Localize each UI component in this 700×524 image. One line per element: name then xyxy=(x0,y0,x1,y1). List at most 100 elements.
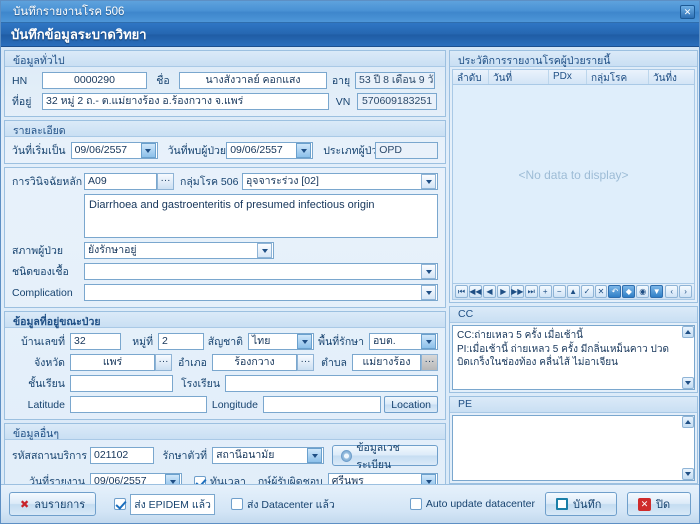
vn-value: 570609183251 xyxy=(357,93,437,110)
specimen-row: ชนิดของเชื้อ xyxy=(12,263,438,280)
delete-record-button[interactable]: ✖ ลบรายการ xyxy=(9,492,97,516)
nav-next-page-button[interactable]: ▶▶ xyxy=(510,285,524,298)
column-header-lag-date[interactable]: วันที่ง xyxy=(649,70,694,84)
province-input[interactable]: แพร่ xyxy=(70,354,155,371)
column-header-date[interactable]: วันที่ xyxy=(489,70,549,84)
column-header-seq[interactable]: ลำดับ xyxy=(453,70,489,84)
calendar-dropdown-icon[interactable] xyxy=(140,143,156,158)
nav-insert-button[interactable]: + xyxy=(538,285,552,298)
district-input[interactable]: ร้องกวาง xyxy=(212,354,297,371)
cc-scroll-up-icon[interactable] xyxy=(682,326,694,338)
nav-prior-button[interactable]: ◀ xyxy=(482,285,496,298)
grid-navigator: ⏮ ◀◀ ◀ ▶ ▶▶ ⏭ + − ▲ ✓ ✕ ↶ ◆ ◉ ▼ ‹ › xyxy=(453,283,694,299)
moo-input[interactable]: 2 xyxy=(158,333,204,350)
diagnosis-group: การวินิจฉัยหลัก A09 ··· กลุ่มโรค 506 อุจ… xyxy=(4,167,446,308)
onset-date-picker[interactable]: 09/06/2557 xyxy=(70,142,158,159)
diagnosis-description[interactable]: Diarrhoea and gastroenteritis of presume… xyxy=(84,194,438,238)
save-button-label: บันทึก xyxy=(573,499,602,511)
specimen-combo[interactable] xyxy=(84,263,438,280)
nav-save-button[interactable]: ◆ xyxy=(622,285,636,298)
chevron-down-icon-treated[interactable] xyxy=(307,448,323,463)
cc-text[interactable]: CC:ถ่ายเหลว 5 ครั้ง เมื่อเช้านี้ PI:เมื่… xyxy=(452,325,695,390)
chevron-down-icon-nationality[interactable] xyxy=(297,334,312,349)
nationality-combo[interactable]: ไทย xyxy=(248,333,314,350)
column-header-disease-group[interactable]: กลุ่มโรค xyxy=(587,70,649,84)
column-header-pdx[interactable]: PDx xyxy=(549,70,587,84)
chevron-down-icon-specimen[interactable] xyxy=(421,264,436,279)
nav-refresh-button[interactable]: ↶ xyxy=(608,285,622,298)
scroll-left-button[interactable]: ‹ xyxy=(665,285,679,298)
details-group: รายละเอียด วันที่เริ่มเป็น 09/06/2557 วั… xyxy=(4,120,446,164)
auto-update-checkbox[interactable]: Auto update datacenter xyxy=(409,498,535,510)
nav-next-button[interactable]: ▶ xyxy=(496,285,510,298)
general-info-body: HN 0000290 ชื่อ นางสังวาลย์ คอกแสง อายุ … xyxy=(5,67,445,116)
latitude-input[interactable] xyxy=(70,396,207,413)
illness-address-header: ข้อมูลที่อยู่ขณะป่วย xyxy=(5,312,445,328)
district-lookup-button[interactable]: ··· xyxy=(297,354,314,371)
save-button[interactable]: บันทึก xyxy=(545,492,617,516)
nav-last-button[interactable]: ⏭ xyxy=(524,285,538,298)
patient-type-label: ประเภทผู้ป่วย xyxy=(323,145,384,157)
checkbox-icon-auto-update[interactable] xyxy=(409,498,422,510)
nav-delete-button[interactable]: − xyxy=(552,285,566,298)
general-info-group: ข้อมูลทั่วไป HN 0000290 ชื่อ นางสังวาลย์… xyxy=(4,50,446,117)
subdistrict-input[interactable]: แม่ยางร้อง xyxy=(352,354,421,371)
scroll-right-button[interactable]: › xyxy=(679,285,693,298)
patient-name-input[interactable]: นางสังวาลย์ คอกแสง xyxy=(179,72,327,89)
nav-prior-page-button[interactable]: ◀◀ xyxy=(468,285,482,298)
pe-scroll-down-icon[interactable] xyxy=(682,468,694,480)
treated-at-label: รักษาตัวที่ xyxy=(162,450,208,462)
grid-body[interactable]: <No data to display> xyxy=(453,85,694,283)
nav-first-button[interactable]: ⏮ xyxy=(455,285,468,298)
epidem-sent-checkbox[interactable]: ส่ง EPIDEM แล้ว xyxy=(114,493,215,515)
facility-code-input[interactable]: 021102 xyxy=(90,447,154,464)
nav-filter-button[interactable]: ▼ xyxy=(650,285,664,298)
complication-combo[interactable] xyxy=(84,284,438,301)
province-row: จังหวัด แพร่ ··· อำเภอ ร้องกวาง ··· ตำบล… xyxy=(12,354,438,371)
checkbox-icon-datacenter[interactable] xyxy=(230,498,243,510)
treated-at-combo[interactable]: สถานีอนามัย xyxy=(212,447,325,464)
subdistrict-lookup-button[interactable]: ··· xyxy=(421,354,438,371)
nav-post-button[interactable]: ✓ xyxy=(580,285,594,298)
nav-cancel-button[interactable]: ✕ xyxy=(594,285,608,298)
nationality-value: ไทย xyxy=(252,335,271,347)
nav-export-button[interactable]: ◉ xyxy=(636,285,650,298)
nav-edit-button[interactable]: ▲ xyxy=(566,285,580,298)
close-button[interactable]: ✕ ปิด xyxy=(627,492,691,516)
chevron-down-icon-area[interactable] xyxy=(421,334,436,349)
calendar-dropdown-icon-2[interactable] xyxy=(296,143,312,158)
treatment-area-combo[interactable]: อบต. xyxy=(369,333,438,350)
chevron-down-icon-status[interactable] xyxy=(257,243,272,258)
medical-registry-button[interactable]: ข้อมูลเวชระเบียน xyxy=(332,442,439,471)
close-icon[interactable]: ✕ xyxy=(680,4,695,19)
details-dates-body: วันที่เริ่มเป็น 09/06/2557 วันที่พบผู้ป่… xyxy=(5,137,445,163)
onset-date-value: 09/06/2557 xyxy=(74,144,128,156)
diagnosis-code-input[interactable]: A09 xyxy=(84,173,157,190)
datacenter-sent-checkbox[interactable]: ส่ง Datacenter แล้ว xyxy=(230,496,335,513)
auto-update-label: Auto update datacenter xyxy=(425,498,535,510)
address-input[interactable]: 32 หมู่ 2 ถ.- ต.แม่ยางร้อง อ.ร้องกวาง จ.… xyxy=(42,93,329,110)
patient-status-combo[interactable]: ยังรักษาอยู่ xyxy=(84,242,274,259)
hn-input[interactable]: 0000290 xyxy=(42,72,147,89)
status-row: สภาพผู้ป่วย ยังรักษาอยู่ xyxy=(12,242,438,259)
diagnosis-lookup-button[interactable]: ··· xyxy=(157,173,174,190)
pe-text[interactable] xyxy=(452,415,695,481)
chevron-down-icon[interactable] xyxy=(421,174,436,189)
school-input[interactable] xyxy=(225,375,438,392)
cc-scroll-down-icon[interactable] xyxy=(682,377,694,389)
disease-group-combo[interactable]: อุจจาระร่วง [02] xyxy=(242,173,438,190)
visit-date-picker[interactable]: 09/06/2557 xyxy=(226,142,314,159)
house-number-input[interactable]: 32 xyxy=(70,333,121,350)
cc-memo-wrap: CC:ถ่ายเหลว 5 ครั้ง เมื่อเช้านี้ PI:เมื่… xyxy=(452,325,695,390)
pe-scroll-up-icon[interactable] xyxy=(682,416,694,428)
patient-status-value: ยังรักษาอยู่ xyxy=(88,244,137,256)
chevron-down-icon-complication[interactable] xyxy=(421,285,436,300)
location-button[interactable]: Location xyxy=(384,396,438,413)
longitude-input[interactable] xyxy=(263,396,382,413)
class-input[interactable] xyxy=(70,375,173,392)
details-header: รายละเอียด xyxy=(5,121,445,137)
checkbox-icon-epidem[interactable] xyxy=(114,498,127,510)
grid-header-row: ลำดับ วันที่ PDx กลุ่มโรค วันที่ง xyxy=(453,70,694,85)
province-lookup-button[interactable]: ··· xyxy=(155,354,172,371)
longitude-label: Longitude xyxy=(211,398,258,411)
